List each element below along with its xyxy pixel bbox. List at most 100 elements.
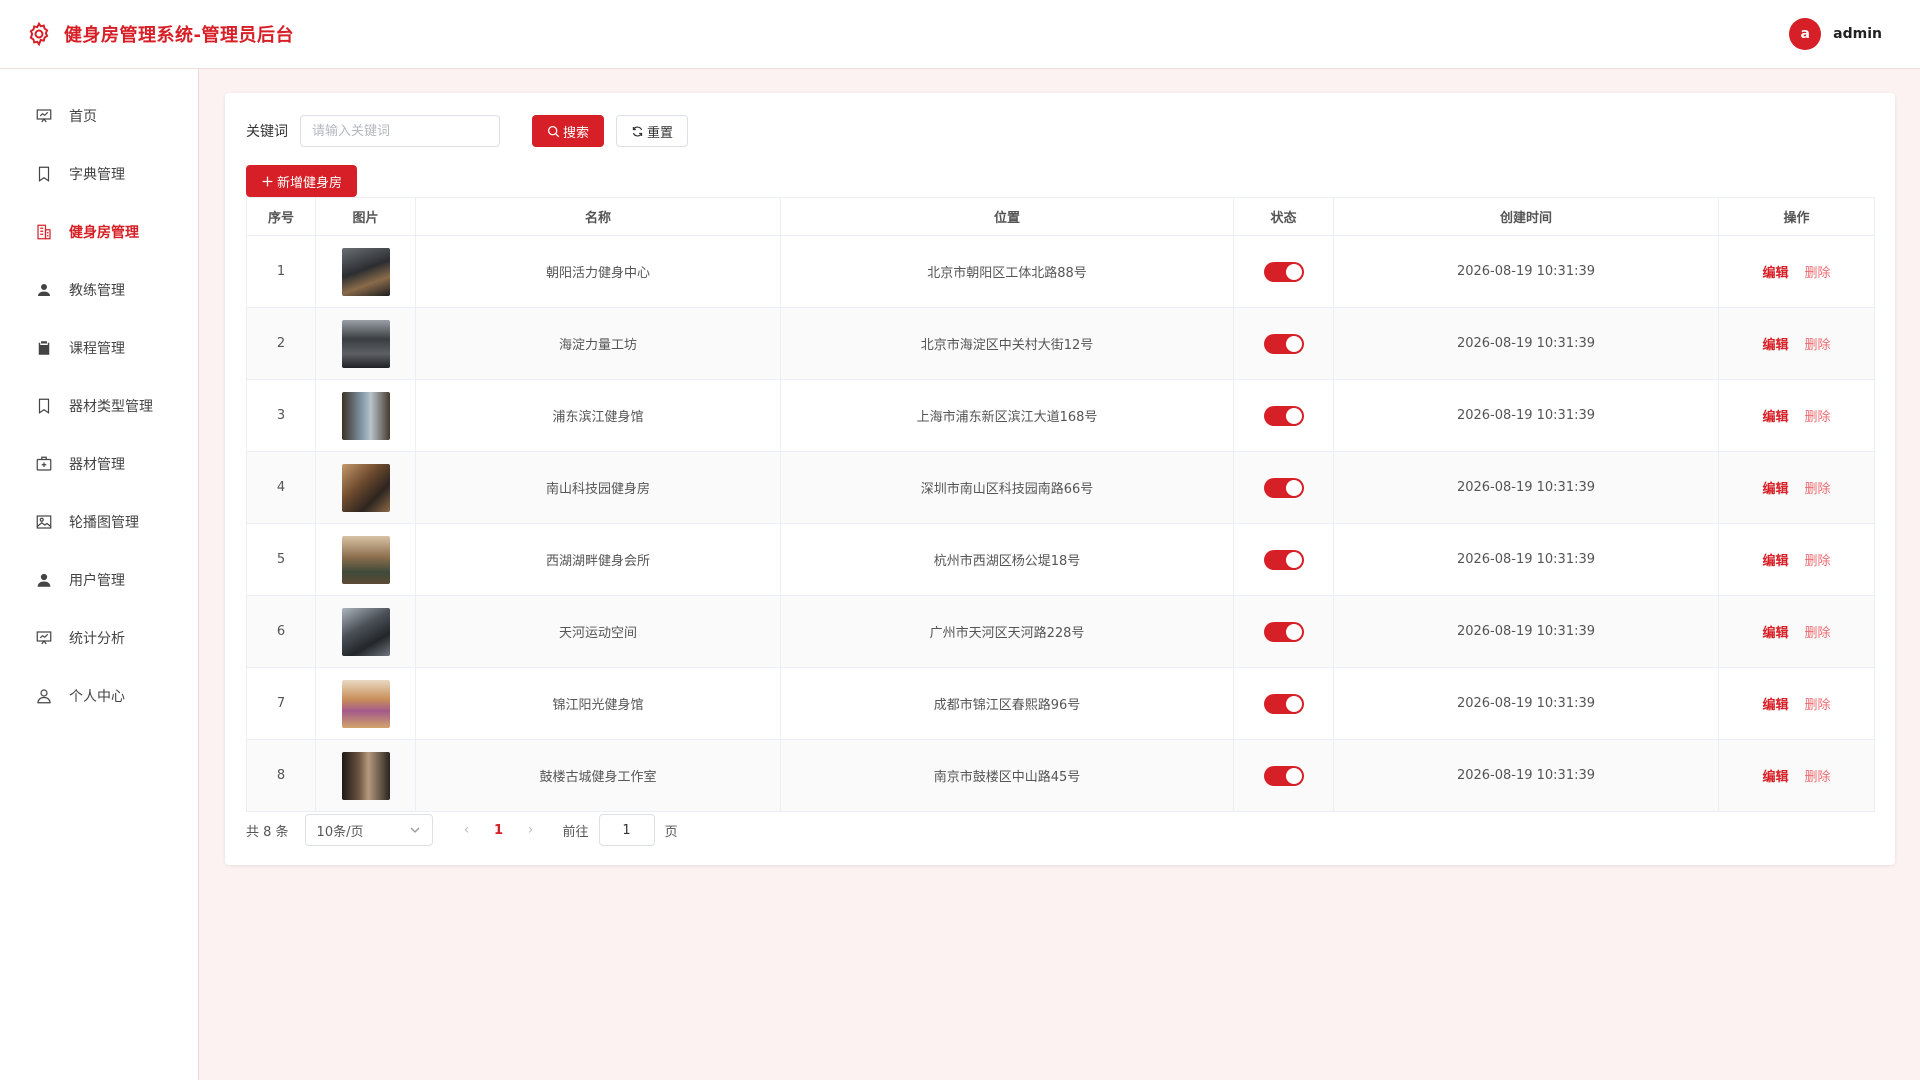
bookmark-icon — [38, 398, 50, 414]
sidebar-item-dictionary[interactable]: 字典管理 — [0, 145, 198, 203]
clipboard-icon — [38, 341, 50, 355]
avatar[interactable]: a — [1789, 18, 1822, 50]
column-header-created: 创建时间 — [1333, 197, 1719, 236]
delete-button[interactable]: 删除 — [1805, 410, 1831, 425]
row-no: 8 — [246, 739, 316, 812]
prev-page-button[interactable]: ‹ — [457, 822, 477, 838]
row-image-cell — [315, 451, 416, 524]
row-location: 杭州市西湖区杨公堤18号 — [780, 523, 1234, 596]
gym-thumbnail[interactable] — [341, 679, 390, 728]
edit-button[interactable]: 编辑 — [1762, 338, 1788, 353]
edit-button[interactable]: 编辑 — [1762, 626, 1788, 641]
add-gym-button[interactable]: 新增健身房 — [246, 165, 358, 197]
reset-button[interactable]: 重置 — [616, 115, 689, 147]
username[interactable]: admin — [1833, 26, 1882, 42]
row-no: 1 — [246, 235, 316, 308]
edit-button[interactable]: 编辑 — [1762, 266, 1788, 281]
delete-button[interactable]: 删除 — [1805, 626, 1831, 641]
search-button[interactable]: 搜索 — [532, 115, 605, 147]
sidebar-item-statistics[interactable]: 统计分析 — [0, 609, 198, 667]
search-button-label: 搜索 — [563, 125, 590, 141]
sidebar-item-label: 教练管理 — [69, 283, 125, 299]
keyword-label: 关键词 — [246, 124, 288, 140]
edit-button[interactable]: 编辑 — [1762, 410, 1788, 425]
status-switch[interactable] — [1263, 405, 1304, 426]
column-header-location: 位置 — [780, 197, 1234, 236]
row-image-cell — [315, 667, 416, 740]
row-status-cell — [1233, 739, 1334, 812]
add-gym-button-label: 新增健身房 — [277, 175, 343, 191]
gym-thumbnail[interactable] — [341, 607, 390, 656]
sidebar-item-coach[interactable]: 教练管理 — [0, 261, 198, 319]
page-size-value: 10条/页 — [316, 824, 364, 840]
sidebar-item-home[interactable]: 首页 — [0, 87, 198, 145]
row-created: 2026-08-19 10:31:39 — [1333, 379, 1719, 452]
status-switch[interactable] — [1263, 765, 1304, 786]
delete-button[interactable]: 删除 — [1805, 554, 1831, 569]
app-title: 健身房管理系统-管理员后台 — [64, 25, 294, 46]
row-image-cell — [315, 739, 416, 812]
chevron-down-icon — [410, 827, 420, 833]
goto-label: 前往 — [562, 824, 589, 840]
refresh-icon — [632, 125, 643, 137]
pagination: 共 8 条 10条/页 ‹ 1 › 前往 页 — [246, 814, 1874, 846]
search-icon — [547, 125, 560, 137]
user-outline-icon — [37, 689, 51, 704]
edit-button[interactable]: 编辑 — [1762, 698, 1788, 713]
row-status-cell — [1233, 523, 1334, 596]
status-switch[interactable] — [1263, 549, 1304, 570]
page-size-select[interactable]: 10条/页 — [304, 814, 433, 846]
sidebar-item-profile[interactable]: 个人中心 — [0, 667, 198, 725]
edit-button[interactable]: 编辑 — [1762, 770, 1788, 785]
gym-thumbnail[interactable] — [341, 391, 390, 440]
gym-thumbnail[interactable] — [341, 751, 390, 800]
status-switch[interactable] — [1263, 333, 1304, 354]
delete-button[interactable]: 删除 — [1805, 698, 1831, 713]
gym-thumbnail[interactable] — [341, 535, 390, 584]
keyword-input[interactable] — [300, 115, 500, 147]
next-page-button[interactable]: › — [521, 822, 541, 838]
total-count: 共 8 条 — [246, 824, 289, 840]
delete-button[interactable]: 删除 — [1805, 482, 1831, 497]
page-number-current[interactable]: 1 — [477, 823, 521, 838]
delete-button[interactable]: 删除 — [1805, 266, 1831, 281]
sidebar-item-carousel[interactable]: 轮播图管理 — [0, 493, 198, 551]
column-header-no: 序号 — [246, 197, 316, 236]
sidebar-item-gym[interactable]: 健身房管理 — [0, 203, 198, 261]
delete-button[interactable]: 删除 — [1805, 770, 1831, 785]
gym-thumbnail[interactable] — [341, 319, 390, 368]
edit-button[interactable]: 编辑 — [1762, 482, 1788, 497]
table-row: 3 浦东滨江健身馆 上海市浦东新区滨江大道168号 2026-08-19 10:… — [246, 379, 1875, 452]
sidebar-item-equipment[interactable]: 器材管理 — [0, 435, 198, 493]
delete-button[interactable]: 删除 — [1805, 338, 1831, 353]
row-location: 上海市浦东新区滨江大道168号 — [780, 379, 1234, 452]
search-toolbar: 关键词 搜索 重置 — [246, 115, 1874, 147]
top-header: 健身房管理系统-管理员后台 a admin — [0, 0, 1920, 69]
user-menu[interactable]: a admin — [1789, 18, 1882, 50]
goto-page-input[interactable] — [598, 814, 655, 846]
row-location: 南京市鼓楼区中山路45号 — [780, 739, 1234, 812]
row-location: 广州市天河区天河路228号 — [780, 595, 1234, 668]
gym-thumbnail[interactable] — [341, 247, 390, 296]
status-switch[interactable] — [1263, 621, 1304, 642]
row-actions: 编辑 删除 — [1718, 235, 1875, 308]
bookmark-icon — [38, 166, 50, 182]
row-image-cell — [315, 595, 416, 668]
sidebar-item-label: 课程管理 — [69, 341, 125, 357]
goto-suffix: 页 — [664, 824, 678, 840]
sidebar-item-equipment-type[interactable]: 器材类型管理 — [0, 377, 198, 435]
row-actions: 编辑 删除 — [1718, 667, 1875, 740]
gym-thumbnail[interactable] — [341, 463, 390, 512]
status-switch[interactable] — [1263, 693, 1304, 714]
building-icon — [37, 224, 51, 240]
sidebar-item-users[interactable]: 用户管理 — [0, 551, 198, 609]
sidebar-item-course[interactable]: 课程管理 — [0, 319, 198, 377]
edit-button[interactable]: 编辑 — [1762, 554, 1788, 569]
row-actions: 编辑 删除 — [1718, 307, 1875, 380]
status-switch[interactable] — [1263, 477, 1304, 498]
status-switch[interactable] — [1263, 261, 1304, 282]
row-created: 2026-08-19 10:31:39 — [1333, 739, 1719, 812]
sidebar: 首页 字典管理 健身房管理 教练管理 课程管理 器材类型管理 器材管理 轮播图管… — [0, 69, 199, 1080]
row-status-cell — [1233, 379, 1334, 452]
row-actions: 编辑 删除 — [1718, 595, 1875, 668]
